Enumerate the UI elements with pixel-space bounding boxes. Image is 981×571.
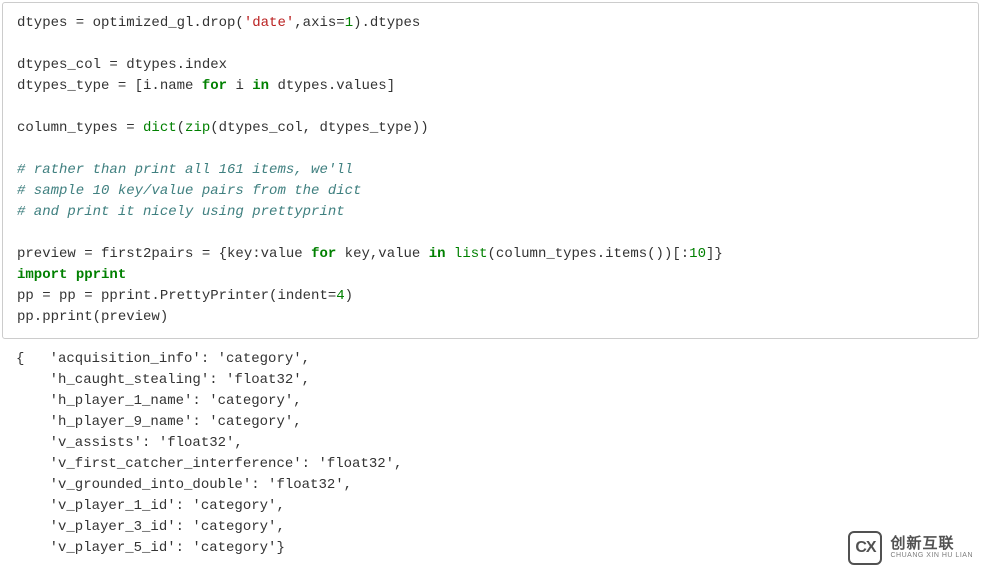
output-line: 'v_first_catcher_interference': 'float32… <box>16 456 402 472</box>
code-line: pp.pprint(preview) <box>17 309 168 325</box>
output-line: 'h_caught_stealing': 'float32', <box>16 372 310 388</box>
code-line: # sample 10 key/value pairs from the dic… <box>17 183 361 199</box>
code-line: preview = first2pairs = {key:value for k… <box>17 246 723 262</box>
code-line: # and print it nicely using prettyprint <box>17 204 345 220</box>
output-line: 'v_player_5_id': 'category'} <box>16 540 285 556</box>
output-line: 'v_player_1_id': 'category', <box>16 498 285 514</box>
output-line: 'v_assists': 'float32', <box>16 435 243 451</box>
code-cell: dtypes = optimized_gl.drop('date',axis=1… <box>2 2 979 339</box>
output-line: 'h_player_1_name': 'category', <box>16 393 302 409</box>
code-line: dtypes_type = [i.name for i in dtypes.va… <box>17 78 395 94</box>
output-line: 'h_player_9_name': 'category', <box>16 414 302 430</box>
output-line: { 'acquisition_info': 'category', <box>16 351 310 367</box>
code-line: import pprint <box>17 267 126 283</box>
code-line: dtypes = optimized_gl.drop('date',axis=1… <box>17 15 420 31</box>
output-cell: { 'acquisition_info': 'category', 'h_cau… <box>2 347 979 569</box>
output-line: 'v_grounded_into_double': 'float32', <box>16 477 352 493</box>
output-line: 'v_player_3_id': 'category', <box>16 519 285 535</box>
code-line: dtypes_col = dtypes.index <box>17 57 227 73</box>
code-line: column_types = dict(zip(dtypes_col, dtyp… <box>17 120 429 136</box>
code-line: pp = pp = pprint.PrettyPrinter(indent=4) <box>17 288 353 304</box>
code-line: # rather than print all 161 items, we'll <box>17 162 353 178</box>
